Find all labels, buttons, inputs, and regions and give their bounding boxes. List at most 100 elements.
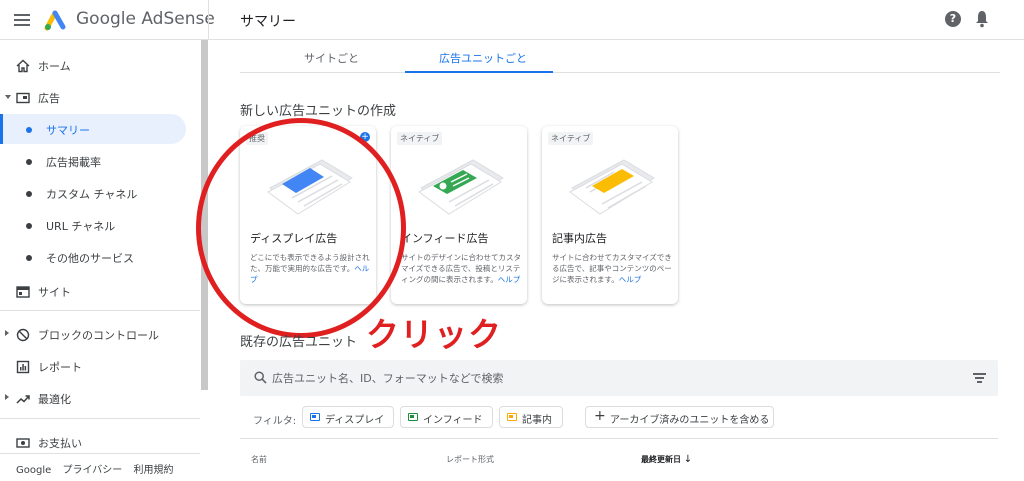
card-description: サイトのデザインに合わせてカスタマイズできる広告で、投稿とリスティングの間に表示… — [401, 252, 521, 285]
sidebar-divider — [0, 418, 200, 419]
search-icon — [254, 371, 267, 384]
page-title: サマリー — [240, 14, 296, 30]
in-article-ad-card[interactable]: ネイティブ 記事内広告 サイトに合わせてカスタマイズできる広告で、記事やコンテン… — [542, 126, 678, 304]
hamburger-menu-icon[interactable] — [14, 11, 32, 29]
column-header-name[interactable]: 名前 — [251, 454, 267, 465]
sidebar-item-label: ホーム — [38, 60, 71, 73]
chevron-right-icon[interactable] — [5, 330, 9, 336]
in-feed-ad-card[interactable]: ネイティブ インフィード広告 サイトのデザインに合わせてカスタマイズできる広告で… — [391, 126, 527, 304]
column-header-report-format[interactable]: レポート形式 — [446, 454, 494, 465]
view-tabs: サイトごと 広告ユニットごと — [240, 40, 1000, 73]
notifications-bell-icon[interactable] — [974, 10, 990, 28]
sidebar-item-custom-channels[interactable]: カスタム チャネル — [0, 178, 200, 208]
card-title: ディスプレイ広告 — [250, 232, 338, 245]
filter-chip-display[interactable]: ディスプレイ — [302, 406, 394, 428]
top-app-bar: Google AdSense サマリー ? — [0, 0, 1024, 40]
sidebar-item-url-channels[interactable]: URL チャネル — [0, 210, 200, 240]
help-link[interactable]: ヘルプ — [498, 275, 521, 284]
help-icon[interactable]: ? — [945, 11, 961, 27]
tab-by-ad-unit[interactable]: 広告ユニットごと — [439, 50, 527, 66]
footer-links: Google プライバシー 利用規約 — [16, 461, 181, 476]
sidebar-item-blocking-controls[interactable]: ブロックのコントロール — [0, 319, 200, 349]
recommended-tag: 推奨 — [246, 132, 268, 145]
card-description-text: どこにでも表示できるよう設計された、万能で実用的な広告です。 — [250, 253, 370, 273]
sidebar-item-label: 広告掲載率 — [46, 156, 101, 169]
sidebar-item-label: 最適化 — [38, 393, 71, 406]
sidebar-item-label: カスタム チャネル — [46, 188, 138, 201]
card-title: インフィード広告 — [401, 232, 489, 245]
table-divider — [240, 438, 998, 439]
existing-section-title: 既存の広告ユニット — [240, 335, 358, 350]
sidebar-item-label: サマリー — [46, 124, 90, 137]
native-tag: ネイティブ — [548, 132, 594, 145]
sidebar-item-optimization[interactable]: 最適化 — [0, 383, 200, 413]
sidebar-scrollbar[interactable] — [201, 40, 208, 390]
sidebar-item-ads[interactable]: 広告 — [0, 82, 200, 112]
sidebar-item-label: ブロックのコントロール — [38, 329, 159, 342]
native-tag: ネイティブ — [397, 132, 443, 145]
search-bar — [240, 360, 998, 396]
payments-icon — [16, 438, 30, 448]
sidebar-item-reports[interactable]: レポート — [0, 351, 200, 381]
include-archived-chip[interactable]: + アーカイブ済みのユニットを含める — [585, 406, 774, 428]
bullet-icon — [26, 127, 32, 133]
footer-terms-link[interactable]: 利用規約 — [133, 465, 173, 476]
card-title: 記事内広告 — [552, 232, 607, 245]
bullet-icon — [26, 159, 32, 165]
block-icon — [16, 328, 30, 342]
footer-privacy-link[interactable]: プライバシー — [62, 465, 122, 476]
display-ad-illustration-icon — [267, 159, 353, 215]
card-description: どこにでも表示できるよう設計された、万能で実用的な広告です。ヘルプ — [250, 252, 370, 285]
footer-google-link[interactable]: Google — [16, 465, 51, 476]
chip-label: アーカイブ済みのユニットを含める — [610, 415, 770, 426]
active-indicator — [0, 114, 3, 144]
create-section-title: 新しい広告ユニットの作成 — [240, 104, 397, 119]
chip-label: 記事内 — [522, 415, 552, 426]
filter-chip-in-feed[interactable]: インフィード — [400, 406, 493, 428]
sidebar-item-label: その他のサービス — [46, 252, 134, 265]
sidebar-item-ad-coverage[interactable]: 広告掲載率 — [0, 146, 200, 176]
filter-chip-in-article[interactable]: 記事内 — [499, 406, 563, 428]
sites-icon — [16, 286, 30, 298]
chevron-down-icon[interactable] — [5, 95, 11, 99]
chip-label: ディスプレイ — [325, 415, 385, 426]
card-description: サイトに合わせてカスタマイズできる広告で、記事やコンテンツのページに表示されます… — [552, 252, 672, 285]
filter-label: フィルタ: — [253, 416, 297, 427]
column-header-last-updated[interactable]: 最終更新日 ↓ — [641, 454, 692, 465]
filter-list-icon[interactable] — [973, 373, 986, 383]
sidebar-divider — [0, 310, 200, 311]
tab-by-site[interactable]: サイトごと — [304, 50, 359, 66]
active-tab-underline — [405, 71, 553, 73]
chip-label: インフィード — [423, 415, 483, 426]
sidebar-item-sites[interactable]: サイト — [0, 276, 200, 306]
in-feed-ad-chip-icon — [408, 413, 418, 421]
sidebar: ホーム 広告 サマリー 広告掲載率 カスタム チャネル URL チャネル その他… — [0, 40, 208, 481]
brand-name: Google AdSense — [76, 9, 215, 29]
sidebar-divider — [0, 453, 200, 454]
sidebar-item-other-services[interactable]: その他のサービス — [0, 242, 200, 272]
sidebar-item-label: レポート — [38, 361, 82, 374]
add-icon[interactable]: + — [360, 132, 370, 142]
card-description-text: サイトに合わせてカスタマイズできる広告で、記事やコンテンツのページに表示されます… — [552, 253, 672, 284]
help-link[interactable]: ヘルプ — [619, 275, 642, 284]
bullet-icon — [26, 191, 32, 197]
column-header-label: 最終更新日 — [641, 455, 681, 464]
sidebar-item-home[interactable]: ホーム — [0, 50, 200, 80]
in-feed-ad-illustration-icon — [418, 159, 504, 215]
ads-icon — [16, 92, 30, 104]
trending-up-icon — [16, 395, 30, 404]
sidebar-item-label: お支払い — [38, 437, 82, 450]
chevron-right-icon[interactable] — [5, 394, 9, 400]
home-icon — [16, 59, 30, 73]
click-annotation-text: クリック — [366, 315, 502, 354]
in-article-ad-chip-icon — [507, 413, 517, 421]
bullet-icon — [26, 255, 32, 261]
sidebar-item-label: 広告 — [38, 92, 60, 105]
in-article-ad-illustration-icon — [569, 159, 655, 215]
sort-arrow-icon: ↓ — [683, 454, 693, 465]
display-ad-card[interactable]: 推奨 + ディスプレイ広告 どこにでも表示できるよう設計された、万能で実用的な広… — [240, 126, 376, 304]
adsense-logo-icon — [44, 10, 66, 31]
sidebar-item-summary[interactable]: サマリー — [0, 114, 186, 144]
search-input[interactable] — [272, 368, 952, 388]
sidebar-item-label: URL チャネル — [46, 220, 116, 233]
